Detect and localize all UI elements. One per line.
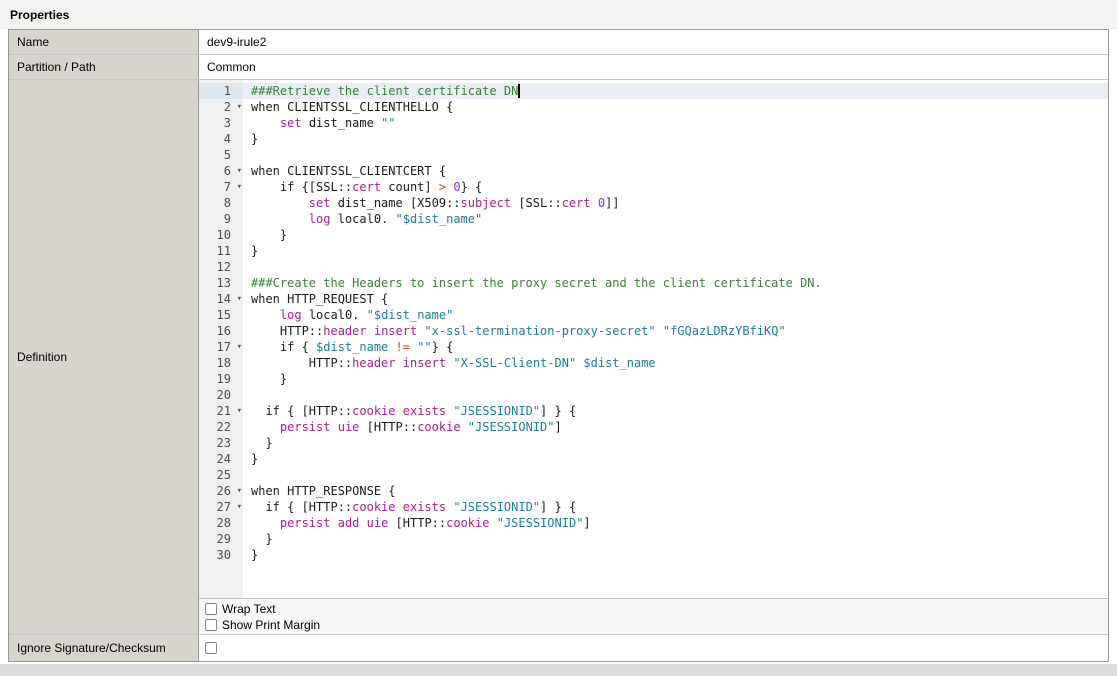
code-line: } <box>251 531 1108 547</box>
partition-row-label: Partition / Path <box>9 55 199 79</box>
editor-gutter: 12▾3456▾7▾891011121314▾151617▾18192021▾2… <box>199 80 243 598</box>
ignore-signature-cell <box>199 635 1108 661</box>
name-row-label: Name <box>9 30 199 54</box>
fold-arrow-icon[interactable]: ▾ <box>237 341 242 353</box>
code-line: } <box>251 451 1108 467</box>
partition-value: Common <box>199 55 1108 79</box>
code-line: when HTTP_REQUEST { <box>251 291 1108 307</box>
ignore-signature-row-label: Ignore Signature/Checksum <box>9 635 199 661</box>
gutter-line-number: 11 <box>199 243 243 259</box>
gutter-line-number: 28 <box>199 515 243 531</box>
fold-arrow-icon[interactable]: ▾ <box>237 101 242 113</box>
code-line: if {[SSL::cert count] > 0} { <box>251 179 1108 195</box>
wrap-text-option: Wrap Text <box>205 601 1108 617</box>
code-line: set dist_name [X509::subject [SSL::cert … <box>251 195 1108 211</box>
gutter-line-number: 10 <box>199 227 243 243</box>
gutter-line-number: 8 <box>199 195 243 211</box>
show-print-margin-option: Show Print Margin <box>205 617 1108 633</box>
show-print-margin-checkbox[interactable] <box>205 619 217 631</box>
gutter-line-number: 4 <box>199 131 243 147</box>
partition-row: Partition / Path Common <box>9 55 1108 80</box>
gutter-line-number: 14▾ <box>199 291 243 307</box>
code-line: } <box>251 227 1108 243</box>
code-line: persist uie [HTTP::cookie "JSESSIONID"] <box>251 419 1108 435</box>
fold-arrow-icon[interactable]: ▾ <box>237 181 242 193</box>
properties-page: Properties Name dev9-irule2 Partition / … <box>0 0 1117 29</box>
code-line <box>251 259 1108 275</box>
code-line: ###Retrieve the client certificate DN <box>243 83 1108 99</box>
page-footer <box>0 664 1117 676</box>
code-line: } <box>251 435 1108 451</box>
gutter-line-number: 23 <box>199 435 243 451</box>
code-line: } <box>251 371 1108 387</box>
code-line: persist add uie [HTTP::cookie "JSESSIONI… <box>251 515 1108 531</box>
editor-options: Wrap Text Show Print Margin <box>199 598 1108 634</box>
gutter-line-number: 25 <box>199 467 243 483</box>
code-line: } <box>251 131 1108 147</box>
code-line: HTTP::header insert "X-SSL-Client-DN" $d… <box>251 355 1108 371</box>
fold-arrow-icon[interactable]: ▾ <box>237 165 242 177</box>
fold-arrow-icon[interactable]: ▾ <box>237 405 242 417</box>
code-line: when CLIENTSSL_CLIENTHELLO { <box>251 99 1108 115</box>
gutter-line-number: 20 <box>199 387 243 403</box>
code-line: HTTP::header insert "x-ssl-termination-p… <box>251 323 1108 339</box>
code-line: when HTTP_RESPONSE { <box>251 483 1108 499</box>
gutter-line-number: 9 <box>199 211 243 227</box>
code-line: when CLIENTSSL_CLIENTCERT { <box>251 163 1108 179</box>
page-title: Properties <box>10 8 69 22</box>
name-row: Name dev9-irule2 <box>9 30 1108 55</box>
code-line: log local0. "$dist_name" <box>251 307 1108 323</box>
text-cursor <box>518 84 520 98</box>
code-line: if { [HTTP::cookie exists "JSESSIONID"] … <box>251 499 1108 515</box>
name-value: dev9-irule2 <box>199 30 1108 54</box>
code-editor[interactable]: 12▾3456▾7▾891011121314▾151617▾18192021▾2… <box>199 80 1108 598</box>
properties-table: Name dev9-irule2 Partition / Path Common… <box>8 29 1109 662</box>
gutter-line-number: 18 <box>199 355 243 371</box>
page-header: Properties <box>0 0 1117 29</box>
gutter-line-number: 17▾ <box>199 339 243 355</box>
editor-code[interactable]: ###Retrieve the client certificate DNwhe… <box>243 80 1108 598</box>
wrap-text-checkbox[interactable] <box>205 603 217 615</box>
fold-arrow-icon[interactable]: ▾ <box>237 485 242 497</box>
code-line: log local0. "$dist_name" <box>251 211 1108 227</box>
code-line: if { [HTTP::cookie exists "JSESSIONID"] … <box>251 403 1108 419</box>
code-line <box>251 387 1108 403</box>
gutter-line-number: 1 <box>199 83 243 99</box>
gutter-line-number: 5 <box>199 147 243 163</box>
definition-row: Definition 12▾3456▾7▾891011121314▾151617… <box>9 80 1108 635</box>
gutter-line-number: 2▾ <box>199 99 243 115</box>
definition-row-label: Definition <box>9 80 199 634</box>
code-line: } <box>251 547 1108 563</box>
gutter-line-number: 24 <box>199 451 243 467</box>
code-line: if { $dist_name != ""} { <box>251 339 1108 355</box>
wrap-text-label: Wrap Text <box>222 602 276 616</box>
gutter-line-number: 22 <box>199 419 243 435</box>
gutter-line-number: 16 <box>199 323 243 339</box>
gutter-line-number: 21▾ <box>199 403 243 419</box>
code-line: set dist_name "" <box>251 115 1108 131</box>
code-line <box>251 147 1108 163</box>
gutter-line-number: 15 <box>199 307 243 323</box>
gutter-line-number: 6▾ <box>199 163 243 179</box>
gutter-line-number: 12 <box>199 259 243 275</box>
gutter-line-number: 26▾ <box>199 483 243 499</box>
gutter-line-number: 13 <box>199 275 243 291</box>
code-line: } <box>251 243 1108 259</box>
gutter-line-number: 19 <box>199 371 243 387</box>
gutter-line-number: 29 <box>199 531 243 547</box>
fold-arrow-icon[interactable]: ▾ <box>237 501 242 513</box>
show-print-margin-label: Show Print Margin <box>222 618 320 632</box>
definition-cell: 12▾3456▾7▾891011121314▾151617▾18192021▾2… <box>199 80 1108 634</box>
fold-arrow-icon[interactable]: ▾ <box>237 293 242 305</box>
ignore-signature-checkbox[interactable] <box>205 642 217 654</box>
code-line: ###Create the Headers to insert the prox… <box>251 275 1108 291</box>
gutter-line-number: 3 <box>199 115 243 131</box>
ignore-signature-row: Ignore Signature/Checksum <box>9 635 1108 661</box>
gutter-line-number: 7▾ <box>199 179 243 195</box>
code-line <box>251 467 1108 483</box>
gutter-line-number: 30 <box>199 547 243 563</box>
gutter-line-number: 27▾ <box>199 499 243 515</box>
